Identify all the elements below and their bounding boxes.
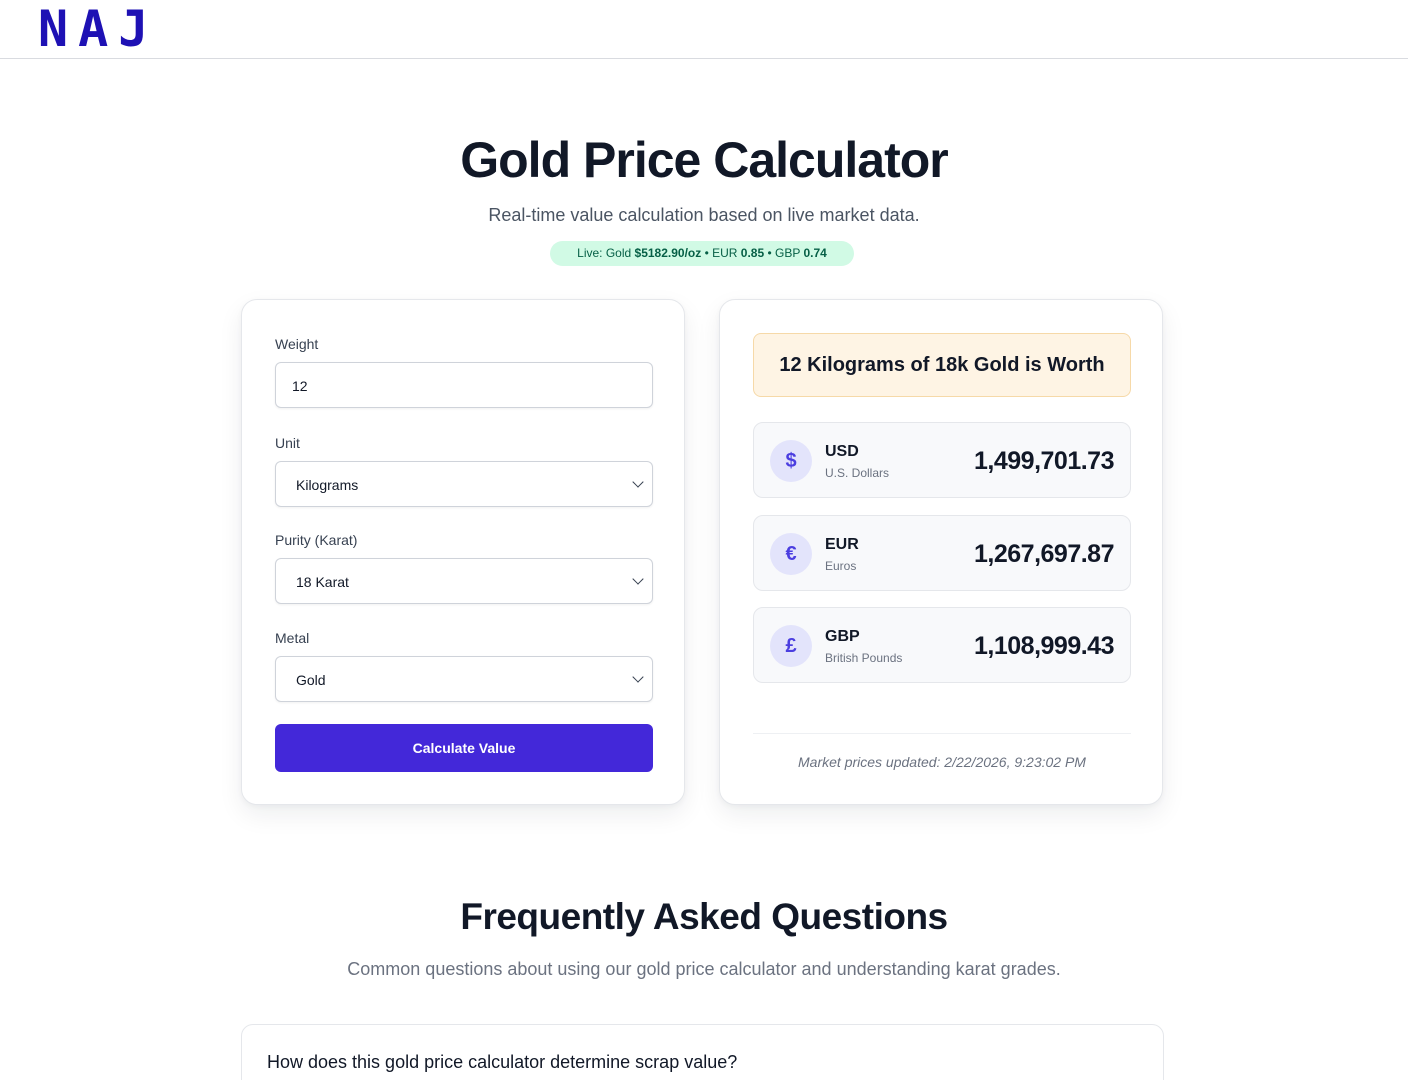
currency-name: U.S. Dollars [825, 466, 890, 480]
page-subtitle: Real-time value calculation based on liv… [488, 205, 920, 225]
currency-row-eur: € EUR Euros 1,267,697.87 [753, 515, 1131, 591]
unit-select[interactable]: Kilograms [275, 461, 653, 507]
live-price-badge: Live: Gold $5182.90/oz • EUR 0.85 • GBP … [550, 241, 854, 266]
faq-item[interactable]: How does this gold price calculator dete… [241, 1024, 1164, 1080]
page-title: Gold Price Calculator [460, 132, 948, 188]
chevron-down-icon [632, 573, 644, 585]
currency-amount: 1,499,701.73 [974, 447, 1114, 475]
purity-value: 18 Karat [296, 574, 349, 590]
dollar-icon: $ [770, 440, 812, 482]
top-navigation-bar: NAJ [0, 0, 1408, 59]
purity-select[interactable]: 18 Karat [275, 558, 653, 604]
currency-code: EUR [825, 536, 859, 553]
chevron-down-icon [632, 671, 644, 683]
faq-subtitle: Common questions about using our gold pr… [347, 959, 1061, 979]
weight-value: 12 [292, 378, 308, 394]
currency-row-usd: $ USD U.S. Dollars 1,499,701.73 [753, 422, 1131, 498]
currency-name: British Pounds [825, 651, 903, 665]
unit-value: Kilograms [296, 477, 359, 493]
live-gbp-rate: 0.74 [803, 246, 827, 260]
weight-label: Weight [275, 336, 319, 352]
live-eur-label: • EUR [701, 246, 741, 260]
result-heading: 12 Kilograms of 18k Gold is Worth [753, 333, 1131, 397]
metal-value: Gold [296, 672, 326, 688]
faq-question: How does this gold price calculator dete… [267, 1052, 738, 1072]
chevron-down-icon [632, 476, 644, 488]
result-card: 12 Kilograms of 18k Gold is Worth $ USD … [719, 299, 1163, 805]
purity-label: Purity (Karat) [275, 532, 358, 548]
currency-code: GBP [825, 628, 860, 645]
metal-label: Metal [275, 630, 310, 646]
pound-icon: £ [770, 625, 812, 667]
calculate-value-button[interactable]: Calculate Value [275, 724, 653, 772]
currency-amount: 1,267,697.87 [974, 540, 1114, 568]
weight-input[interactable]: 12 [275, 362, 653, 408]
divider [753, 733, 1131, 734]
faq-title: Frequently Asked Questions [460, 896, 948, 937]
live-gold-price: $5182.90/oz [634, 246, 702, 260]
live-prefix: Live: Gold [577, 246, 635, 260]
calculator-form-card: Weight 12 Unit Kilograms Purity (Karat) … [241, 299, 685, 805]
currency-code: USD [825, 443, 859, 460]
euro-icon: € [770, 533, 812, 575]
live-eur-rate: 0.85 [740, 246, 765, 260]
currency-row-gbp: £ GBP British Pounds 1,108,999.43 [753, 607, 1131, 683]
unit-label: Unit [275, 435, 300, 451]
metal-select[interactable]: Gold [275, 656, 653, 702]
currency-amount: 1,108,999.43 [974, 632, 1114, 660]
live-gbp-label: • GBP [764, 246, 804, 260]
market-updated-timestamp: Market prices updated: 2/22/2026, 9:23:0… [798, 754, 1086, 770]
logo[interactable]: NAJ [38, 2, 158, 56]
currency-name: Euros [825, 559, 857, 573]
